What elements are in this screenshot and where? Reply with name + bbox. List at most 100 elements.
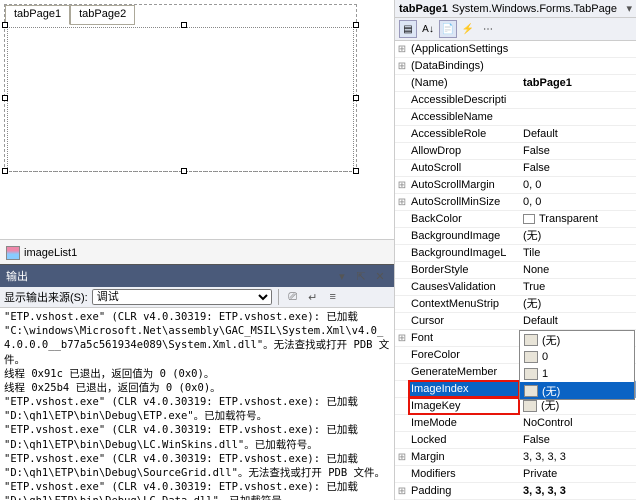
property-value[interactable]: None [519, 262, 636, 278]
property-row[interactable]: ⊞AutoScrollMargin0, 0 [395, 177, 636, 194]
resize-handle[interactable] [181, 168, 187, 174]
dropdown-option[interactable]: 0 [520, 348, 634, 365]
property-value[interactable]: 0, 0 [519, 194, 636, 210]
component-imagelist[interactable]: imageList1 [6, 246, 77, 260]
resize-handle[interactable] [353, 22, 359, 28]
property-row[interactable]: (Name)tabPage1 [395, 75, 636, 92]
tab-page-2[interactable]: tabPage2 [70, 5, 135, 25]
property-value[interactable]: False [519, 160, 636, 176]
property-row[interactable]: BackColorTransparent [395, 211, 636, 228]
property-value[interactable]: (无) [519, 398, 636, 414]
property-row[interactable]: BackgroundImage(无) [395, 228, 636, 245]
resize-handle[interactable] [353, 168, 359, 174]
property-row[interactable]: AccessibleDescripti [395, 92, 636, 109]
resize-handle[interactable] [181, 22, 187, 28]
alphabetical-button[interactable]: A↓ [419, 20, 437, 38]
property-value[interactable]: NoControl [519, 415, 636, 431]
expand-toggle [395, 364, 409, 380]
categorized-button[interactable]: ▤ [399, 20, 417, 38]
expand-toggle[interactable]: ⊞ [395, 330, 409, 346]
property-pages-button[interactable]: ⋯ [479, 20, 497, 38]
property-object-selector[interactable]: tabPage1 System.Windows.Forms.TabPage ▾ [395, 0, 636, 17]
expand-toggle [395, 466, 409, 482]
property-row[interactable]: ⊞Padding3, 3, 3, 3 [395, 483, 636, 500]
object-name: tabPage1 [399, 3, 448, 15]
expand-toggle [395, 126, 409, 142]
property-value[interactable]: Default [519, 313, 636, 329]
property-value[interactable]: True [519, 279, 636, 295]
tab-page-1[interactable]: tabPage1 [5, 5, 70, 25]
imageindex-dropdown[interactable]: (无)01(无) [519, 330, 635, 400]
output-source-select[interactable]: 调试 [92, 289, 272, 305]
property-name: (DataBindings) [409, 58, 519, 74]
property-value[interactable]: 3, 3, 3, 3 [519, 483, 636, 499]
dropdown-option[interactable]: 1 [520, 365, 634, 382]
properties-button[interactable]: 📄 [439, 20, 457, 38]
property-row[interactable]: AccessibleName [395, 109, 636, 126]
property-value[interactable]: False [519, 432, 636, 448]
expand-toggle [395, 160, 409, 176]
property-value[interactable]: (无) [519, 296, 636, 312]
property-row[interactable]: AccessibleRoleDefault [395, 126, 636, 143]
property-value[interactable]: Private [519, 466, 636, 482]
property-value[interactable]: 3, 3, 3, 3 [519, 449, 636, 465]
dropdown-option[interactable]: (无) [520, 382, 634, 399]
property-row[interactable]: ⊞(ApplicationSettings [395, 41, 636, 58]
property-value[interactable]: Transparent [519, 211, 636, 227]
property-value[interactable]: Tile [519, 245, 636, 261]
output-text[interactable]: "ETP.vshost.exe" (CLR v4.0.30319: ETP.vs… [0, 308, 394, 500]
goto-icon[interactable]: ≡ [325, 289, 341, 305]
resize-handle[interactable] [2, 95, 8, 101]
property-name: Margin [409, 449, 519, 465]
resize-handle[interactable] [2, 22, 8, 28]
property-row[interactable]: AutoScrollFalse [395, 160, 636, 177]
expand-toggle [395, 279, 409, 295]
close-icon[interactable]: ✕ [372, 268, 388, 284]
property-row[interactable]: BorderStyleNone [395, 262, 636, 279]
property-row[interactable]: ⊞AutoScrollMinSize0, 0 [395, 194, 636, 211]
events-button[interactable]: ⚡ [459, 20, 477, 38]
resize-handle[interactable] [353, 95, 359, 101]
property-row[interactable]: ContextMenuStrip(无) [395, 296, 636, 313]
property-row[interactable]: ⊞(DataBindings) [395, 58, 636, 75]
resize-handle[interactable] [2, 168, 8, 174]
expand-toggle[interactable]: ⊞ [395, 41, 409, 57]
form-designer[interactable]: tabPage1 tabPage2 [0, 0, 394, 176]
property-value[interactable]: False [519, 143, 636, 159]
expand-toggle[interactable]: ⊞ [395, 58, 409, 74]
property-row[interactable]: AllowDropFalse [395, 143, 636, 160]
property-row[interactable]: LockedFalse [395, 432, 636, 449]
property-value[interactable] [519, 92, 636, 108]
expand-toggle[interactable]: ⊞ [395, 177, 409, 193]
property-row[interactable]: ModifiersPrivate [395, 466, 636, 483]
property-row[interactable]: CausesValidationTrue [395, 279, 636, 296]
property-value[interactable] [519, 41, 636, 57]
property-value[interactable] [519, 109, 636, 125]
property-value[interactable]: Default [519, 126, 636, 142]
property-value[interactable] [519, 58, 636, 74]
dropdown-option[interactable]: (无) [520, 331, 634, 348]
object-type: System.Windows.Forms.TabPage [452, 3, 617, 15]
chevron-down-icon[interactable]: ▾ [626, 2, 632, 15]
tab-client-area[interactable] [7, 27, 354, 172]
property-value[interactable]: tabPage1 [519, 75, 636, 91]
expand-toggle [395, 432, 409, 448]
property-row[interactable]: ImeModeNoControl [395, 415, 636, 432]
property-grid[interactable]: ⊞(ApplicationSettings⊞(DataBindings)(Nam… [395, 41, 636, 500]
property-row[interactable]: ⊞Margin3, 3, 3, 3 [395, 449, 636, 466]
autohide-icon[interactable]: ⇱ [353, 268, 369, 284]
clear-icon[interactable]: ⎚ [285, 289, 301, 305]
wrap-icon[interactable]: ↵ [305, 289, 321, 305]
tab-control[interactable]: tabPage1 tabPage2 [4, 4, 357, 172]
property-row[interactable]: CursorDefault [395, 313, 636, 330]
expand-toggle[interactable]: ⊞ [395, 194, 409, 210]
property-name: ForeColor [409, 347, 519, 363]
expand-toggle[interactable]: ⊞ [395, 483, 409, 499]
expand-toggle[interactable]: ⊞ [395, 449, 409, 465]
pin-icon[interactable]: ▾ [334, 268, 350, 284]
property-value[interactable]: (无) [519, 228, 636, 244]
property-row[interactable]: BackgroundImageLTile [395, 245, 636, 262]
property-row[interactable]: ImageKey(无) [395, 398, 636, 415]
property-name: Cursor [409, 313, 519, 329]
property-value[interactable]: 0, 0 [519, 177, 636, 193]
